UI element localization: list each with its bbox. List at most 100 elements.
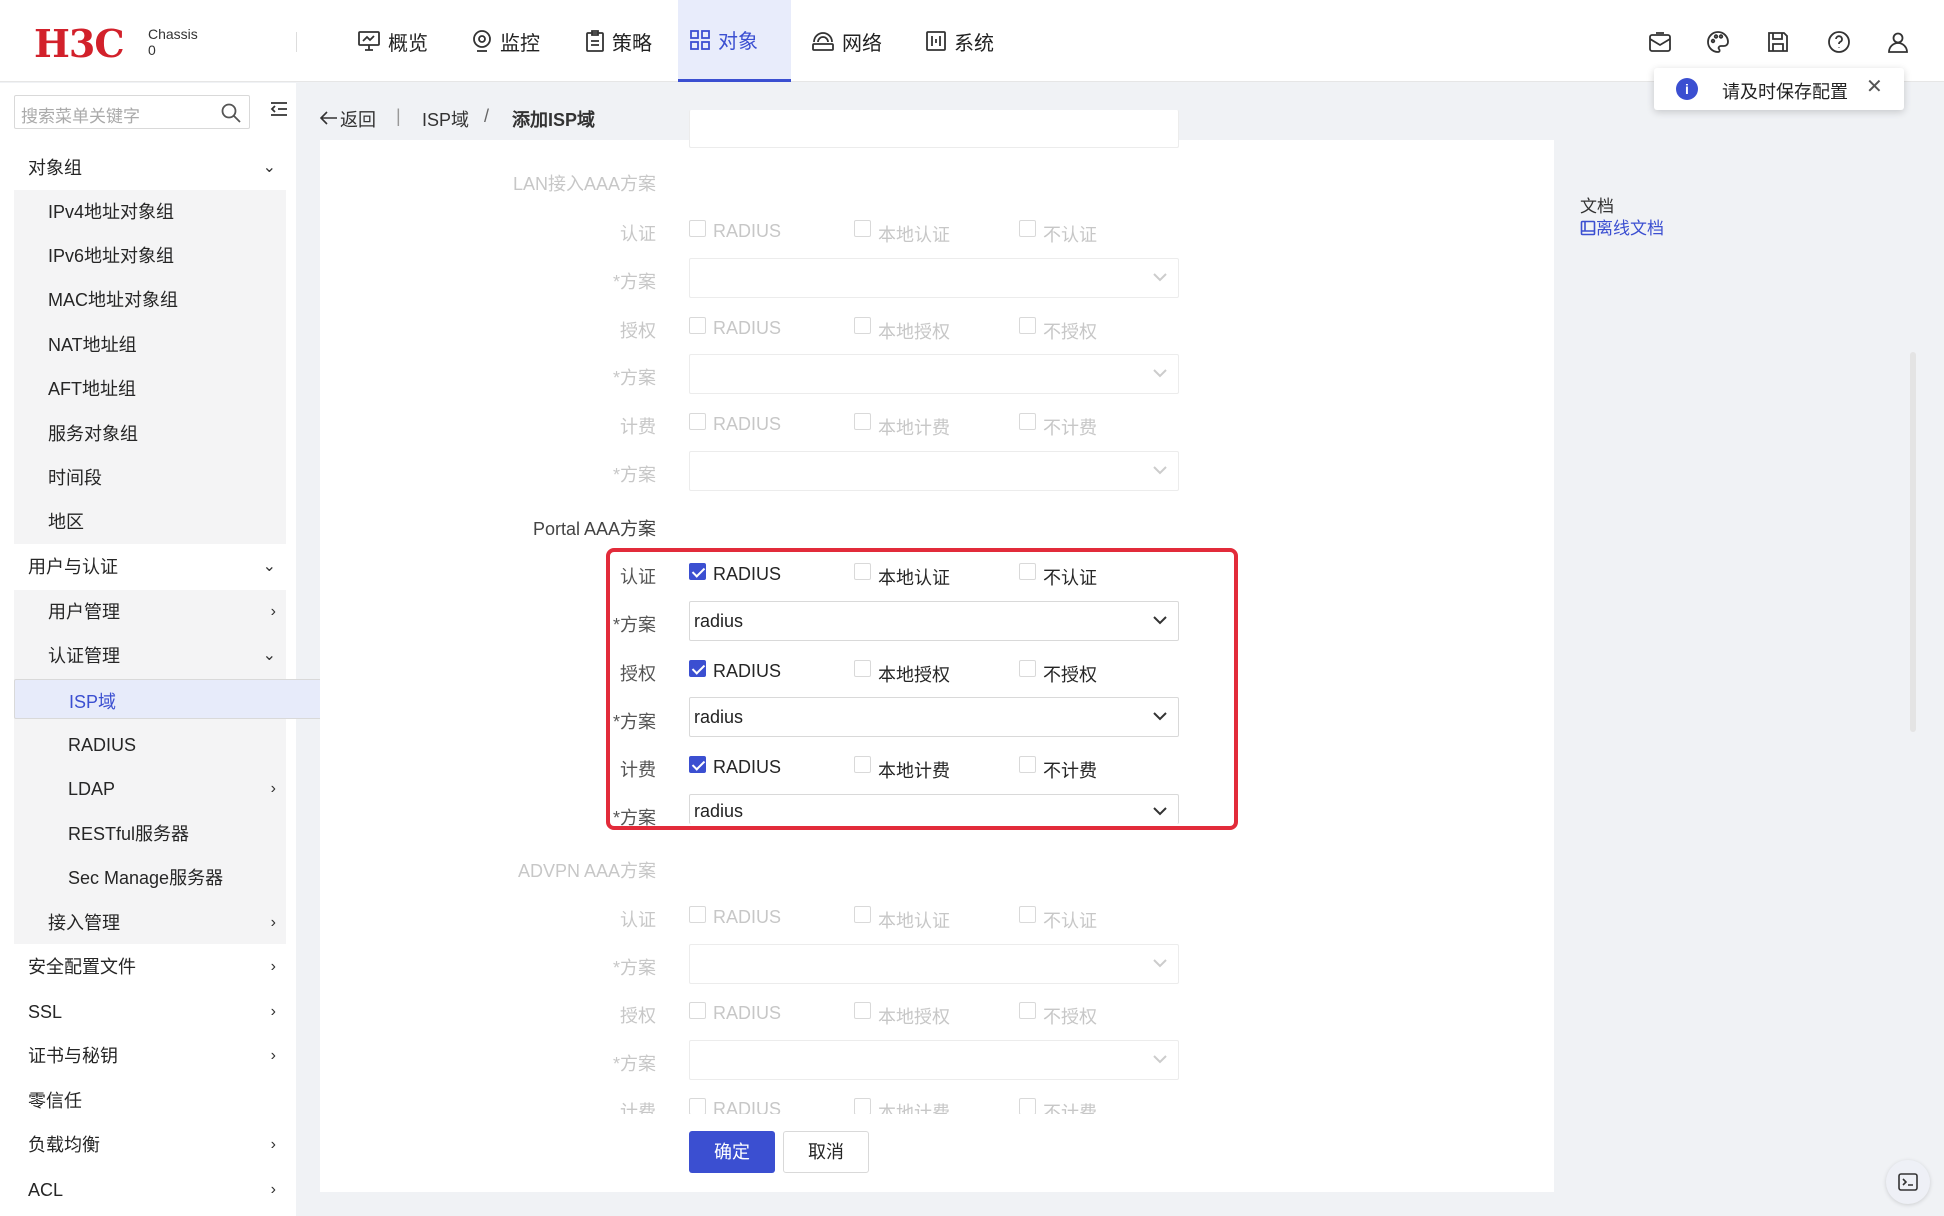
menu-search-input[interactable]: 搜索菜单关键字 xyxy=(14,95,250,129)
h3c-logo[interactable]: H3C xyxy=(34,24,125,64)
cancel-button[interactable]: 取消 xyxy=(783,1131,869,1173)
mailbox-icon[interactable] xyxy=(1648,30,1672,54)
advpn-aaa-title: ADVPN AAA方案 xyxy=(517,861,656,881)
menu-zero-trust[interactable]: 零信任 xyxy=(14,1079,286,1123)
offline-doc-link[interactable]: 离线文档 xyxy=(1580,214,1664,239)
terminal-button[interactable] xyxy=(1886,1160,1930,1204)
chevron-right-icon: › xyxy=(270,603,276,620)
breadcrumb-add-isp-domain: 添加ISP域 xyxy=(512,110,596,130)
search-icon[interactable] xyxy=(221,103,241,123)
lan-auth-scheme-select xyxy=(689,258,1179,298)
scheme-select-partial xyxy=(689,110,1179,148)
chevron-right-icon: › xyxy=(270,780,276,797)
menu-auth-management[interactable]: 认证管理 ⌄ xyxy=(14,634,286,678)
advpn-auth-scheme-select xyxy=(689,944,1179,984)
nav-network[interactable]: 网络 xyxy=(800,0,894,82)
highlight-box xyxy=(606,548,1238,830)
confirm-button[interactable]: 确定 xyxy=(689,1131,775,1173)
nav-policy[interactable]: 策略 xyxy=(574,0,664,82)
menu-nat-address-group[interactable]: NAT地址组 xyxy=(14,323,286,367)
chevron-right-icon: › xyxy=(270,1003,276,1020)
menu-security-profile[interactable]: 安全配置文件 › xyxy=(14,945,286,989)
menu-time-range[interactable]: 时间段 xyxy=(14,456,286,500)
menu-ipv6-object-group[interactable]: IPv6地址对象组 xyxy=(14,234,286,278)
menu-service-object-group[interactable]: 服务对象组 xyxy=(14,412,286,456)
advpn-authz-scheme-select xyxy=(689,1040,1179,1080)
menu-restful-server[interactable]: RESTful服务器 xyxy=(14,812,286,856)
checkbox-label: 不计费 xyxy=(1043,1103,1097,1114)
advpn-acct-row-clipped: 计费 RADIUS 本地计费 不计费 xyxy=(536,1096,1236,1114)
menu-sec-manage-server[interactable]: Sec Manage服务器 xyxy=(14,856,286,900)
user-icon[interactable] xyxy=(1886,30,1910,54)
menu-mac-object-group[interactable]: MAC地址对象组 xyxy=(14,278,286,322)
advpn-authz-radius-checkbox xyxy=(689,1002,706,1019)
checkbox-label: 本地授权 xyxy=(878,1007,950,1027)
menu-access-management[interactable]: 接入管理 › xyxy=(14,901,286,945)
save-icon[interactable] xyxy=(1766,30,1790,54)
system-icon xyxy=(926,31,946,51)
menu-cert-keys[interactable]: 证书与秘钥 › xyxy=(14,1034,286,1078)
checkbox-label: RADIUS xyxy=(713,907,782,927)
lan-acct-scheme-select xyxy=(689,451,1179,491)
advpn-acct-radius-checkbox xyxy=(689,1098,706,1114)
menu-user-management[interactable]: 用户管理 › xyxy=(14,590,286,634)
scrollbar-thumb[interactable] xyxy=(1910,352,1916,732)
chevron-right-icon: › xyxy=(270,1181,276,1198)
header-divider xyxy=(296,32,297,52)
nav-label: 概览 xyxy=(388,32,428,55)
menu-ipv4-object-group[interactable]: IPv4地址对象组 xyxy=(14,190,286,234)
chevron-right-icon: › xyxy=(270,914,276,931)
checkbox-label: 不认证 xyxy=(1043,225,1097,245)
help-icon[interactable] xyxy=(1827,30,1851,54)
advpn-auth-local-checkbox xyxy=(854,906,871,923)
menu-object-group[interactable]: 对象组 ⌄ xyxy=(14,146,286,190)
advpn-authz-local-checkbox xyxy=(854,1002,871,1019)
checkbox-label: RADIUS xyxy=(713,1099,782,1114)
collapse-menu-icon[interactable] xyxy=(270,101,288,117)
info-icon: i xyxy=(1676,78,1698,100)
back-link[interactable]: 返回 xyxy=(340,106,376,132)
chevron-right-icon: › xyxy=(270,1047,276,1064)
nav-monitor[interactable]: 监控 xyxy=(460,0,552,82)
advpn-auth-none-checkbox xyxy=(1019,906,1036,923)
network-icon xyxy=(812,32,834,51)
book-icon xyxy=(1580,220,1596,236)
toast-text: 请及时保存配置 xyxy=(1722,82,1848,102)
breadcrumb-separator: / xyxy=(484,106,490,126)
checkbox-label: 不计费 xyxy=(1043,418,1097,438)
checkbox-label: 本地授权 xyxy=(878,322,950,342)
lan-authz-scheme-select xyxy=(689,354,1179,394)
nav-overview[interactable]: 概览 xyxy=(346,0,440,82)
lan-authz-none-checkbox xyxy=(1019,317,1036,334)
menu-radius[interactable]: RADIUS xyxy=(14,723,286,767)
menu-acl[interactable]: ACL › xyxy=(14,1168,286,1212)
camera-icon xyxy=(473,30,491,52)
menu-ldap[interactable]: LDAP › xyxy=(14,767,286,811)
offline-doc-label: 离线文档 xyxy=(1596,219,1664,238)
nav-object[interactable]: 对象 xyxy=(678,0,791,82)
advpn-acct-label: 计费 xyxy=(620,1102,656,1114)
advpn-acct-local-checkbox xyxy=(854,1098,871,1114)
nav-system[interactable]: 系统 xyxy=(914,0,1006,82)
grid-icon xyxy=(690,29,710,50)
nav-label: 对象 xyxy=(718,31,758,53)
advpn-auth-scheme-label: *方案 xyxy=(612,958,656,978)
lan-acct-label: 计费 xyxy=(620,417,656,437)
menu-user-auth[interactable]: 用户与认证 ⌄ xyxy=(14,545,286,589)
lan-auth-local-checkbox xyxy=(854,220,871,237)
chevron-down-icon xyxy=(1153,1055,1167,1064)
checkbox-label: 本地认证 xyxy=(878,225,950,245)
palette-icon[interactable] xyxy=(1706,30,1730,54)
menu-ssl[interactable]: SSL › xyxy=(14,990,286,1034)
checkbox-label: RADIUS xyxy=(713,414,782,434)
advpn-acct-none-checkbox xyxy=(1019,1098,1036,1114)
menu-region[interactable]: 地区 xyxy=(14,500,286,544)
breadcrumb-isp-domain[interactable]: ISP域 xyxy=(422,106,469,132)
menu-load-balance[interactable]: 负载均衡 › xyxy=(14,1123,286,1167)
lan-acct-local-checkbox xyxy=(854,413,871,430)
advpn-authz-scheme-label: *方案 xyxy=(612,1054,656,1074)
chevron-right-icon: › xyxy=(270,1136,276,1153)
close-icon[interactable]: ✕ xyxy=(1866,74,1883,99)
menu-aft-address-group[interactable]: AFT地址组 xyxy=(14,367,286,411)
back-arrow-icon[interactable] xyxy=(320,111,338,125)
